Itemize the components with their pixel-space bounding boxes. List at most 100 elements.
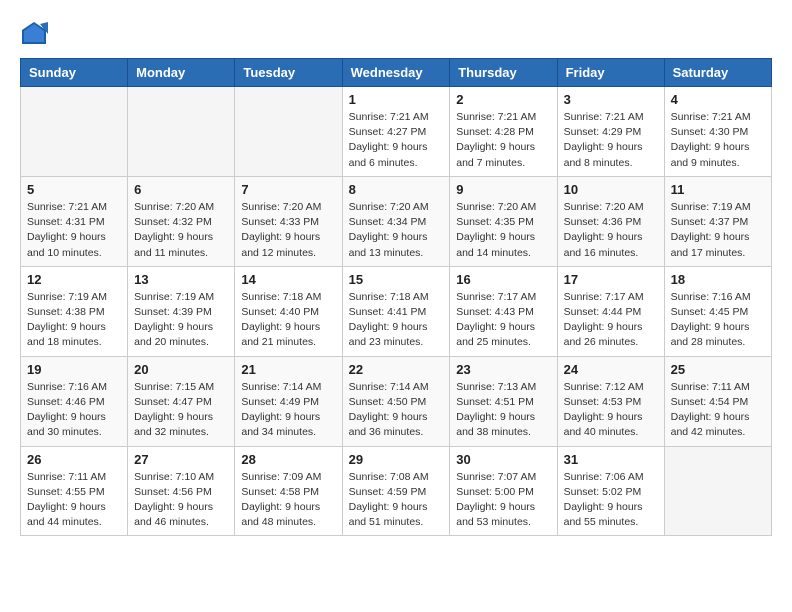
day-number: 7	[241, 182, 335, 197]
day-info: Sunrise: 7:21 AM Sunset: 4:29 PM Dayligh…	[564, 110, 658, 171]
day-number: 20	[134, 362, 228, 377]
day-info: Sunrise: 7:11 AM Sunset: 4:54 PM Dayligh…	[671, 380, 765, 441]
day-info: Sunrise: 7:21 AM Sunset: 4:31 PM Dayligh…	[27, 200, 121, 261]
day-number: 17	[564, 272, 658, 287]
day-number: 4	[671, 92, 765, 107]
day-number: 1	[349, 92, 444, 107]
calendar-cell: 2 Sunrise: 7:21 AM Sunset: 4:28 PM Daylig…	[450, 87, 557, 177]
day-number: 31	[564, 452, 658, 467]
day-number: 11	[671, 182, 765, 197]
calendar-cell: 15 Sunrise: 7:18 AM Sunset: 4:41 PM Dayli…	[342, 266, 450, 356]
calendar-cell: 24Sunrise: 7:12 AM Sunset: 4:53 PM Dayli…	[557, 356, 664, 446]
day-number: 26	[27, 452, 121, 467]
day-info: Sunrise: 7:20 AM Sunset: 4:35 PM Dayligh…	[456, 200, 550, 261]
weekday-header-monday: Monday	[128, 59, 235, 87]
calendar-week-row: 19 Sunrise: 7:16 AM Sunset: 4:46 PM Dayli…	[21, 356, 772, 446]
day-info: Sunrise: 7:19 AM Sunset: 4:39 PM Dayligh…	[134, 290, 228, 351]
day-info: Sunrise: 7:20 AM Sunset: 4:34 PM Dayligh…	[349, 200, 444, 261]
calendar-week-row: 26 Sunrise: 7:11 AM Sunset: 4:55 PM Dayli…	[21, 446, 772, 536]
day-info: Sunrise: 7:10 AM Sunset: 4:56 PM Dayligh…	[134, 470, 228, 531]
day-info: Sunrise: 7:06 AM Sunset: 5:02 PM Dayligh…	[564, 470, 658, 531]
day-number: 16	[456, 272, 550, 287]
day-number: 29	[349, 452, 444, 467]
calendar-cell: 9Sunrise: 7:20 AM Sunset: 4:35 PM Daylig…	[450, 176, 557, 266]
day-info: Sunrise: 7:12 AM Sunset: 4:53 PM Dayligh…	[564, 380, 658, 441]
day-info: Sunrise: 7:20 AM Sunset: 4:36 PM Dayligh…	[564, 200, 658, 261]
day-info: Sunrise: 7:16 AM Sunset: 4:45 PM Dayligh…	[671, 290, 765, 351]
calendar-cell	[664, 446, 771, 536]
day-number: 18	[671, 272, 765, 287]
calendar-cell: 10 Sunrise: 7:20 AM Sunset: 4:36 PM Dayli…	[557, 176, 664, 266]
day-number: 22	[349, 362, 444, 377]
day-info: Sunrise: 7:20 AM Sunset: 4:33 PM Dayligh…	[241, 200, 335, 261]
calendar-cell: 23Sunrise: 7:13 AM Sunset: 4:51 PM Dayli…	[450, 356, 557, 446]
calendar-cell: 17 Sunrise: 7:17 AM Sunset: 4:44 PM Dayli…	[557, 266, 664, 356]
calendar-week-row: 5 Sunrise: 7:21 AM Sunset: 4:31 PM Daylig…	[21, 176, 772, 266]
calendar-cell: 7 Sunrise: 7:20 AM Sunset: 4:33 PM Daylig…	[235, 176, 342, 266]
day-info: Sunrise: 7:17 AM Sunset: 4:44 PM Dayligh…	[564, 290, 658, 351]
calendar-table: SundayMondayTuesdayWednesdayThursdayFrid…	[20, 58, 772, 536]
day-number: 12	[27, 272, 121, 287]
day-info: Sunrise: 7:19 AM Sunset: 4:37 PM Dayligh…	[671, 200, 765, 261]
weekday-header-thursday: Thursday	[450, 59, 557, 87]
calendar-cell: 21 Sunrise: 7:14 AM Sunset: 4:49 PM Dayli…	[235, 356, 342, 446]
calendar-cell: 19 Sunrise: 7:16 AM Sunset: 4:46 PM Dayli…	[21, 356, 128, 446]
day-info: Sunrise: 7:17 AM Sunset: 4:43 PM Dayligh…	[456, 290, 550, 351]
calendar-cell: 29 Sunrise: 7:08 AM Sunset: 4:59 PM Dayli…	[342, 446, 450, 536]
day-number: 25	[671, 362, 765, 377]
day-number: 8	[349, 182, 444, 197]
day-number: 13	[134, 272, 228, 287]
day-info: Sunrise: 7:18 AM Sunset: 4:40 PM Dayligh…	[241, 290, 335, 351]
day-number: 14	[241, 272, 335, 287]
calendar-cell	[21, 87, 128, 177]
day-info: Sunrise: 7:19 AM Sunset: 4:38 PM Dayligh…	[27, 290, 121, 351]
calendar-cell: 28 Sunrise: 7:09 AM Sunset: 4:58 PM Dayli…	[235, 446, 342, 536]
calendar-cell: 20 Sunrise: 7:15 AM Sunset: 4:47 PM Dayli…	[128, 356, 235, 446]
day-number: 5	[27, 182, 121, 197]
calendar-cell: 16 Sunrise: 7:17 AM Sunset: 4:43 PM Dayli…	[450, 266, 557, 356]
day-number: 2	[456, 92, 550, 107]
calendar-cell	[235, 87, 342, 177]
day-info: Sunrise: 7:21 AM Sunset: 4:27 PM Dayligh…	[349, 110, 444, 171]
calendar-week-row: 12 Sunrise: 7:19 AM Sunset: 4:38 PM Dayli…	[21, 266, 772, 356]
day-info: Sunrise: 7:14 AM Sunset: 4:49 PM Dayligh…	[241, 380, 335, 441]
day-number: 28	[241, 452, 335, 467]
day-info: Sunrise: 7:21 AM Sunset: 4:28 PM Dayligh…	[456, 110, 550, 171]
day-info: Sunrise: 7:16 AM Sunset: 4:46 PM Dayligh…	[27, 380, 121, 441]
calendar-cell: 12 Sunrise: 7:19 AM Sunset: 4:38 PM Dayli…	[21, 266, 128, 356]
calendar-cell: 14 Sunrise: 7:18 AM Sunset: 4:40 PM Dayli…	[235, 266, 342, 356]
day-number: 27	[134, 452, 228, 467]
calendar-cell	[128, 87, 235, 177]
day-number: 3	[564, 92, 658, 107]
calendar-cell: 6Sunrise: 7:20 AM Sunset: 4:32 PM Daylig…	[128, 176, 235, 266]
day-info: Sunrise: 7:09 AM Sunset: 4:58 PM Dayligh…	[241, 470, 335, 531]
calendar-cell: 27 Sunrise: 7:10 AM Sunset: 4:56 PM Dayli…	[128, 446, 235, 536]
day-number: 23	[456, 362, 550, 377]
calendar-cell: 30Sunrise: 7:07 AM Sunset: 5:00 PM Dayli…	[450, 446, 557, 536]
weekday-header-sunday: Sunday	[21, 59, 128, 87]
day-info: Sunrise: 7:14 AM Sunset: 4:50 PM Dayligh…	[349, 380, 444, 441]
weekday-header-saturday: Saturday	[664, 59, 771, 87]
day-number: 15	[349, 272, 444, 287]
weekday-header-row: SundayMondayTuesdayWednesdayThursdayFrid…	[21, 59, 772, 87]
calendar-week-row: 1 Sunrise: 7:21 AM Sunset: 4:27 PM Daylig…	[21, 87, 772, 177]
day-info: Sunrise: 7:08 AM Sunset: 4:59 PM Dayligh…	[349, 470, 444, 531]
day-info: Sunrise: 7:21 AM Sunset: 4:30 PM Dayligh…	[671, 110, 765, 171]
calendar-cell: 25 Sunrise: 7:11 AM Sunset: 4:54 PM Dayli…	[664, 356, 771, 446]
logo-icon	[20, 20, 48, 48]
day-info: Sunrise: 7:15 AM Sunset: 4:47 PM Dayligh…	[134, 380, 228, 441]
day-number: 10	[564, 182, 658, 197]
day-info: Sunrise: 7:11 AM Sunset: 4:55 PM Dayligh…	[27, 470, 121, 531]
calendar-cell: 26 Sunrise: 7:11 AM Sunset: 4:55 PM Dayli…	[21, 446, 128, 536]
day-number: 30	[456, 452, 550, 467]
calendar-cell: 11 Sunrise: 7:19 AM Sunset: 4:37 PM Dayli…	[664, 176, 771, 266]
day-info: Sunrise: 7:18 AM Sunset: 4:41 PM Dayligh…	[349, 290, 444, 351]
calendar-cell: 31 Sunrise: 7:06 AM Sunset: 5:02 PM Dayli…	[557, 446, 664, 536]
day-number: 19	[27, 362, 121, 377]
day-number: 21	[241, 362, 335, 377]
weekday-header-tuesday: Tuesday	[235, 59, 342, 87]
calendar-cell: 18 Sunrise: 7:16 AM Sunset: 4:45 PM Dayli…	[664, 266, 771, 356]
page-header	[20, 20, 772, 48]
calendar-cell: 4 Sunrise: 7:21 AM Sunset: 4:30 PM Daylig…	[664, 87, 771, 177]
day-info: Sunrise: 7:20 AM Sunset: 4:32 PM Dayligh…	[134, 200, 228, 261]
